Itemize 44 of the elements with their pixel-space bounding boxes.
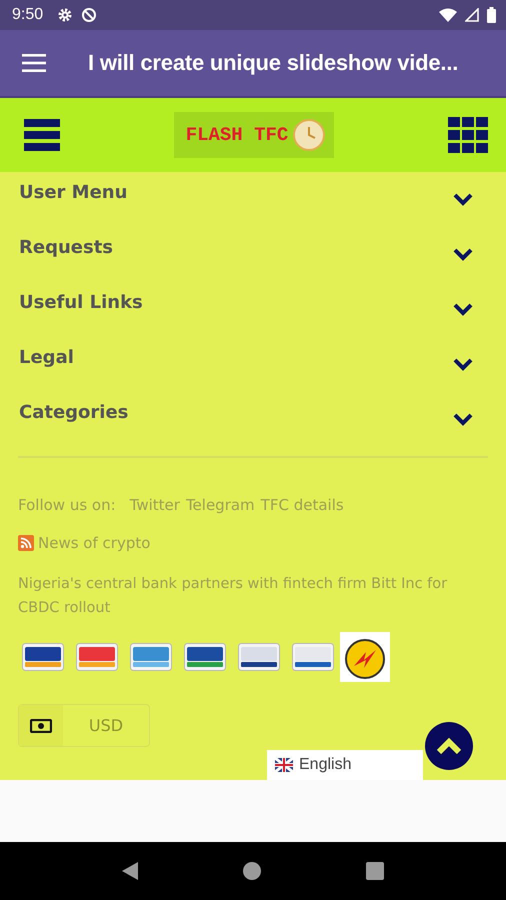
social-link[interactable]: Telegram (186, 496, 255, 514)
news-headline[interactable]: Nigeria's central bank partners with fintech firm Bitt Inc for CBDC rollout (18, 572, 478, 620)
menu-section[interactable]: Useful Links (18, 282, 488, 337)
wifi-icon (439, 8, 457, 22)
menu-icon[interactable] (24, 117, 60, 153)
payment-card-icon (22, 643, 64, 671)
chevron-icon (452, 247, 474, 261)
currency-selector[interactable]: USD (18, 704, 150, 747)
language-selector[interactable]: English (267, 750, 423, 780)
battery-icon (487, 7, 496, 23)
follow-label: Follow us on: (18, 496, 116, 514)
payment-card-icon (292, 643, 334, 671)
menu-section[interactable]: Legal (18, 337, 488, 392)
gear-icon (57, 7, 74, 23)
sync-off-icon (81, 7, 98, 23)
chevron-icon (452, 302, 474, 316)
menu-icon[interactable] (22, 54, 46, 72)
payment-card-icon (238, 643, 280, 671)
home-icon[interactable] (242, 862, 261, 880)
recents-icon[interactable] (366, 862, 384, 880)
banknote-icon (30, 718, 52, 732)
site-logo[interactable]: FLASH TFC (174, 112, 334, 158)
chevron-icon (452, 357, 474, 371)
flag-icon (275, 758, 293, 772)
menu-section[interactable]: Requests (18, 227, 488, 282)
payment-card-icon (76, 643, 118, 671)
signal-icon (465, 8, 479, 22)
chevron-icon (452, 192, 474, 206)
menu-section[interactable]: Categories (18, 392, 488, 447)
payment-card-icon (130, 643, 172, 671)
social-link[interactable]: Twitter (130, 496, 180, 514)
menu-section[interactable]: User Menu (18, 172, 488, 227)
status-time: 9:50 (12, 6, 44, 24)
rss-icon (18, 535, 34, 551)
chevron-icon (452, 412, 474, 426)
social-link[interactable]: TFC details (260, 496, 344, 514)
payment-card-icon (184, 643, 226, 671)
feed-link[interactable]: News of crypto (38, 534, 150, 552)
back-icon[interactable] (122, 862, 138, 880)
scroll-top-button[interactable] (425, 722, 473, 770)
app-title: I will create unique slideshow vide... (88, 50, 458, 76)
grid-icon[interactable] (448, 117, 488, 153)
emblem-icon (340, 632, 390, 682)
caret-up-icon (436, 737, 462, 755)
